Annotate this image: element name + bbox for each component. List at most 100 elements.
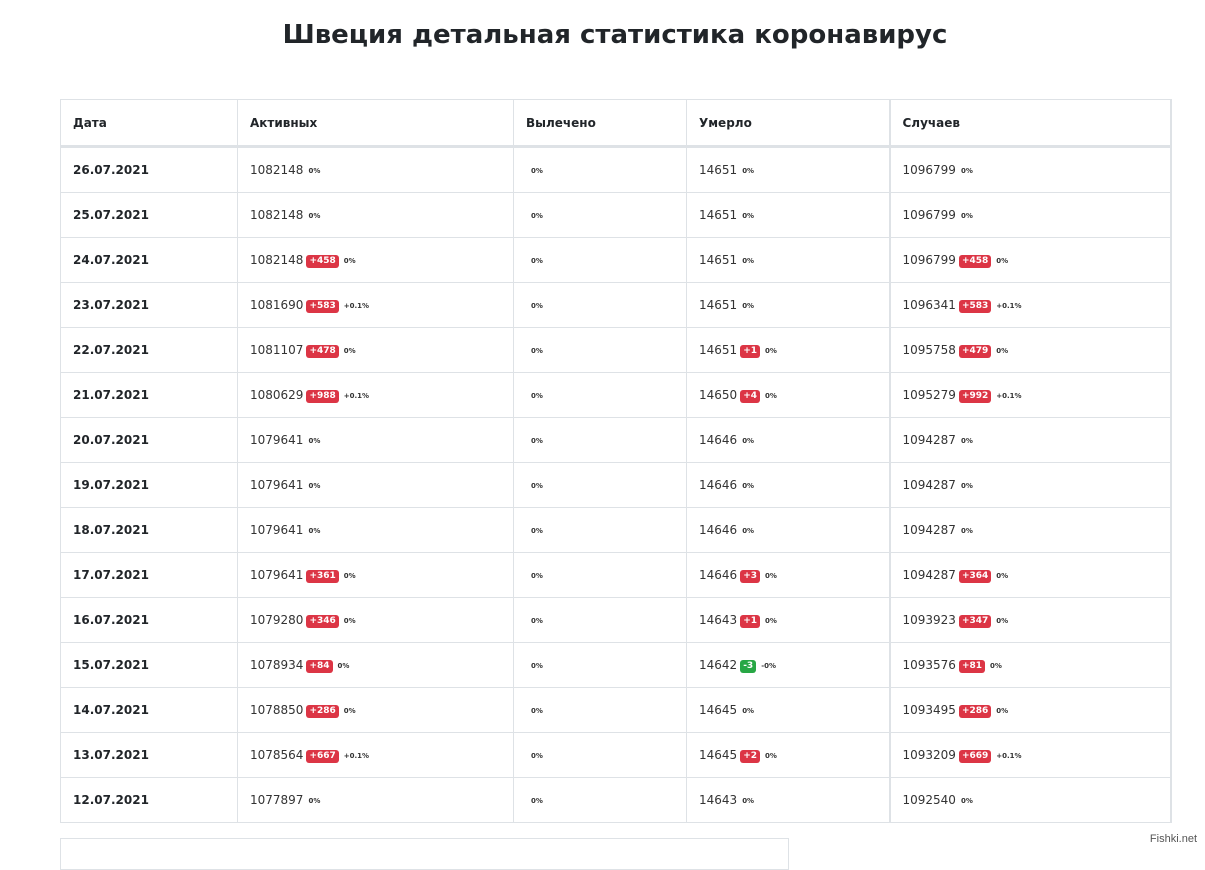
cases-delta-badge: +583 (958, 299, 992, 313)
header-deaths[interactable]: Умерло (686, 99, 890, 148)
header-date[interactable]: Дата (60, 99, 238, 148)
deaths-delta-badge: +1 (740, 344, 760, 358)
cases-percent: 0% (996, 256, 1009, 265)
cell-cases: 1095758 +479 0% (888, 327, 1172, 373)
recovered-percent: 0% (531, 797, 543, 805)
cases-delta-badge: +81 (958, 659, 986, 673)
cases-percent: +0.1% (996, 751, 1022, 760)
table-row: 17.07.2021 1079641 +361 0% 0% 14646 +3 0% 109428… (60, 552, 1172, 598)
deaths-percent: 0% (742, 482, 755, 490)
cell-recovered: 0% (513, 597, 687, 643)
active-delta-badge: +361 (306, 569, 339, 583)
cell-deaths: 14646 0% (686, 507, 890, 553)
cases-value: 1094287 (902, 567, 956, 582)
cases-delta-badge: +458 (958, 254, 992, 268)
cell-deaths: 14651 0% (686, 192, 890, 238)
cell-cases: 1094287 0% (888, 507, 1172, 553)
cell-deaths: 14651 0% (686, 282, 890, 328)
cases-delta-badge: +347 (958, 614, 992, 628)
cell-recovered: 0% (513, 732, 687, 778)
deaths-percent: 0% (742, 212, 755, 220)
recovered-percent: 0% (531, 212, 543, 220)
recovered-percent: 0% (531, 617, 543, 625)
cell-recovered: 0% (513, 146, 687, 193)
table-body: 26.07.2021 1082148 0% 0% 14651 0% 1096799 0% 25.… (60, 146, 1172, 823)
active-percent: 0% (343, 706, 356, 715)
recovered-percent: 0% (531, 347, 543, 355)
cell-deaths: 14643 +1 0% (686, 597, 890, 643)
cell-cases: 1095279 +992 +0.1% (888, 372, 1172, 418)
cell-date: 26.07.2021 (60, 146, 238, 193)
deaths-delta-badge: +4 (740, 389, 760, 403)
header-active[interactable]: Активных (237, 99, 514, 148)
cases-percent: 0% (996, 346, 1009, 355)
cell-recovered: 0% (513, 552, 687, 598)
cell-deaths: 14651 +1 0% (686, 327, 890, 373)
table-header-row: Дата Активных Вылечено Умерло Случаев (60, 99, 1172, 148)
deaths-percent: 0% (765, 346, 777, 355)
cell-recovered: 0% (513, 687, 687, 733)
cell-recovered: 0% (513, 642, 687, 688)
watermark: Fishki.net (1149, 833, 1197, 845)
cell-cases: 1093495 +286 0% (888, 687, 1172, 733)
active-value: 1079280 (250, 612, 304, 627)
cell-recovered: 0% (513, 372, 687, 418)
cell-active: 1078934 +84 0% (237, 642, 514, 688)
active-percent: +0.1% (343, 301, 370, 310)
cell-cases: 1093923 +347 0% (888, 597, 1172, 643)
deaths-value: 14646 (699, 567, 738, 582)
deaths-percent: -0% (761, 661, 776, 670)
header-recovered[interactable]: Вылечено (513, 99, 687, 148)
cell-date: 24.07.2021 (60, 237, 238, 283)
cell-cases: 1096799 0% (888, 192, 1172, 238)
cell-date: 23.07.2021 (60, 282, 238, 328)
table-row: 22.07.2021 1081107 +478 0% 0% 14651 +1 0% 109575… (60, 327, 1172, 373)
cell-deaths: 14645 +2 0% (686, 732, 890, 778)
table-row: 14.07.2021 1078850 +286 0% 0% 14645 0% 1093495 +… (60, 687, 1172, 733)
deaths-value: 14646 (699, 478, 738, 492)
cases-percent: 0% (960, 167, 973, 175)
deaths-value: 14651 (699, 298, 738, 312)
table-row: 13.07.2021 1078564 +667 +0.1% 0% 14645 +2 0% 109… (60, 732, 1172, 778)
active-value: 1078564 (250, 747, 304, 762)
active-value: 1081690 (250, 297, 304, 312)
cases-value: 1094287 (902, 433, 956, 447)
cell-active: 1082148 +458 0% (237, 237, 514, 283)
active-percent: 0% (308, 167, 321, 175)
active-value: 1082148 (250, 252, 304, 267)
header-cases[interactable]: Случаев (888, 99, 1172, 148)
cell-active: 1078850 +286 0% (237, 687, 514, 733)
cases-delta-badge: +669 (958, 749, 992, 763)
cases-value: 1093495 (902, 702, 956, 717)
cell-date: 22.07.2021 (60, 327, 238, 373)
deaths-percent: 0% (742, 707, 755, 715)
deaths-percent: 0% (742, 257, 755, 265)
active-percent: 0% (308, 437, 321, 445)
cell-cases: 1096799 0% (888, 146, 1172, 193)
deaths-delta-badge: +3 (740, 569, 760, 583)
cell-deaths: 14646 0% (686, 417, 890, 463)
deaths-delta-badge: -3 (740, 659, 757, 673)
cell-deaths: 14650 +4 0% (686, 372, 890, 418)
cases-value: 1096799 (902, 208, 956, 222)
recovered-percent: 0% (531, 167, 543, 175)
active-delta-badge: +478 (306, 344, 339, 358)
cases-percent: 0% (960, 437, 973, 445)
cell-active: 1079641 0% (237, 417, 514, 463)
cell-recovered: 0% (513, 777, 687, 823)
active-value: 1078934 (250, 657, 304, 672)
cases-percent: 0% (960, 212, 973, 220)
deaths-delta-badge: +1 (740, 614, 760, 628)
deaths-value: 14651 (699, 253, 738, 267)
deaths-value: 14651 (699, 163, 738, 177)
cell-active: 1079280 +346 0% (237, 597, 514, 643)
deaths-percent: 0% (742, 797, 755, 805)
cases-percent: 0% (996, 571, 1009, 580)
cases-percent: 0% (996, 706, 1009, 715)
cell-recovered: 0% (513, 192, 687, 238)
cell-cases: 1092540 0% (888, 777, 1172, 823)
cell-active: 1079641 0% (237, 507, 514, 553)
active-delta-badge: +458 (306, 254, 339, 268)
page-title: Швеция детальная статистика коронавирус (282, 20, 948, 50)
recovered-percent: 0% (531, 572, 543, 580)
